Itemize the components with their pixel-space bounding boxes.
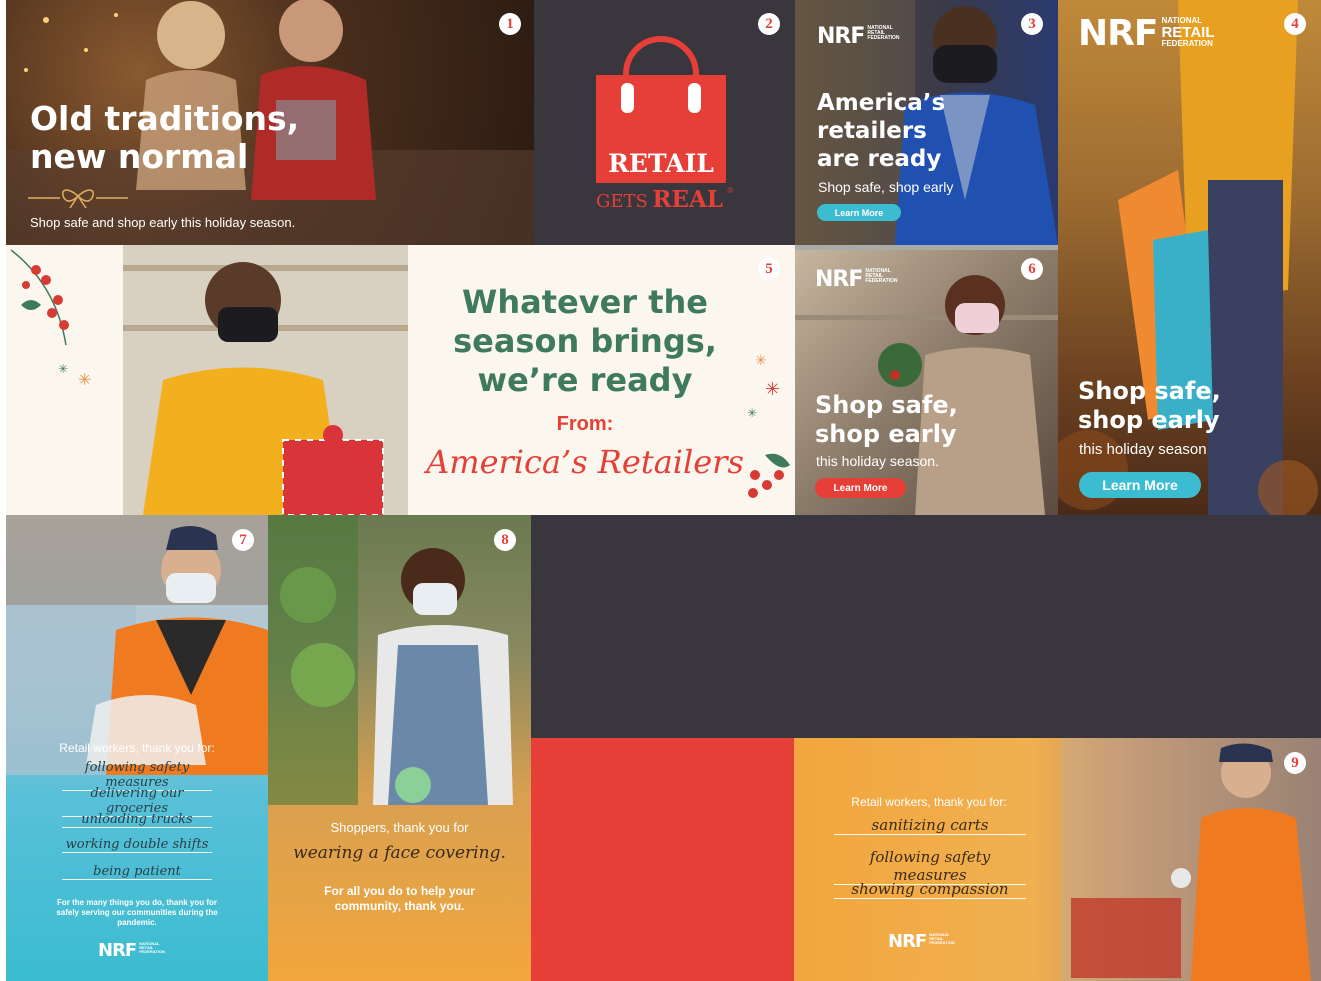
- red-filler-panel: [531, 738, 794, 981]
- tile-5-line-2: season brings,: [453, 322, 717, 360]
- tile-4-learn-more-button[interactable]: Learn More: [1079, 472, 1201, 498]
- tile-5-number: 5: [758, 258, 780, 280]
- tile-5-line-1: Whatever the: [462, 283, 708, 321]
- holly-berries-left-icon: ✳ ✳: [10, 249, 91, 389]
- tile-7-number: 7: [232, 529, 254, 551]
- tile-3-line-3: are ready: [817, 146, 942, 172]
- tile-6-subtext: this holiday season.: [816, 453, 939, 469]
- tile-3-americas-retailers[interactable]: 3 NRF NATIONAL RETAIL FEDERATION America…: [795, 0, 1058, 245]
- tile-3-learn-more-button[interactable]: Learn More: [817, 204, 901, 221]
- tile-7-intro: Retail workers, thank you for:: [59, 741, 215, 755]
- logo-registered-mark: ®: [727, 186, 734, 195]
- tile-1-number: 1: [499, 13, 521, 35]
- tile-7-item: unloading trucks: [62, 812, 212, 828]
- tile-8-handwritten: wearing a face covering.: [293, 843, 506, 863]
- tile-5-line-3: we’re ready: [477, 361, 693, 399]
- tile-9-number: 9: [1284, 752, 1306, 774]
- tile-8-photo: [268, 515, 513, 805]
- tile-3-subtext: Shop safe, shop early: [818, 179, 954, 195]
- tile-6-shop-safe[interactable]: 6 NRF NATIONAL RETAIL FEDERATION Shop sa…: [795, 245, 1058, 515]
- earcup-icons: [621, 83, 701, 113]
- tile-7-retail-workers-thanks[interactable]: 7 Retail workers, thank you for: followi…: [6, 515, 268, 981]
- tile-4-nrf-retail: RETAIL: [1161, 24, 1215, 41]
- tile-4-nrf-federation: FEDERATION: [1161, 39, 1213, 48]
- logo-real-text: REAL: [652, 186, 723, 213]
- tile-9-nrf-logo: NRF NATIONAL RETAIL FEDERATION: [888, 931, 959, 952]
- svg-text:✳: ✳: [58, 362, 68, 376]
- tile-6-nrf-logo: NRF NATIONAL RETAIL FEDERATION: [815, 267, 903, 292]
- tile-9-nrf-small: NATIONAL RETAIL FEDERATION: [929, 932, 955, 945]
- tile-9-nrf-text: NRF: [888, 931, 927, 952]
- logo-gets-text: GETS: [596, 191, 648, 212]
- tile-9-intro: Retail workers, thank you for:: [851, 795, 1007, 809]
- tile-8-shoppers-thanks[interactable]: 8 Shoppers, thank you for wearing a face…: [268, 515, 531, 981]
- tile-4-photo: [1058, 0, 1318, 515]
- tile-4-subtext: this holiday season: [1079, 441, 1207, 458]
- tile-7-footer: For the many things you do, thank you fo…: [56, 898, 218, 927]
- tile-3-nrf-small: NATIONAL RETAIL FEDERATION: [867, 25, 900, 41]
- tile-2-number: 2: [758, 13, 780, 35]
- tile-6-number: 6: [1021, 258, 1043, 280]
- svg-text:✳: ✳: [755, 353, 767, 369]
- tile-8-footer: For all you do to help your community, t…: [324, 884, 475, 913]
- logo-gets-real: GETS REAL ®: [596, 186, 736, 213]
- tile-2-retail-gets-real[interactable]: 2 RETAIL GETS REAL ®: [534, 0, 795, 245]
- svg-text:✳: ✳: [747, 406, 757, 420]
- tile-3-number: 3: [1021, 13, 1043, 35]
- tile-5-from-label: From:: [556, 413, 614, 435]
- tile-9-item: sanitizing carts: [834, 816, 1026, 835]
- tile-7-nrf-text: NRF: [98, 940, 137, 961]
- tile-7-item: being patient: [62, 864, 212, 880]
- tile-6-learn-more-button[interactable]: Learn More: [815, 478, 906, 498]
- tile-4-nrf-small-stack: NATIONAL RETAIL FEDERATION: [1161, 17, 1214, 48]
- tile-7-item: working double shifts: [62, 837, 212, 853]
- tile-6-line-2: shop early: [815, 420, 957, 448]
- ribbon-bow-icon: [28, 189, 128, 208]
- svg-text:✳: ✳: [765, 379, 780, 400]
- tile-5-whatever-the-season[interactable]: ✳ ✳ 5 Whatever the season brings, we’re …: [6, 245, 795, 515]
- tile-9-item: showing compassion: [834, 880, 1026, 899]
- tile-5-signature: America’s Retailers: [426, 443, 744, 481]
- holly-berries-right-icon: ✳ ✳ ✳: [747, 353, 790, 498]
- tile-4-nrf-logo: NRF NATIONAL RETAIL FEDERATION: [1078, 14, 1215, 54]
- tile-6-line-1: Shop safe,: [815, 391, 958, 419]
- tile-3-line-1: America’s: [817, 90, 946, 116]
- logo-retail-text: RETAIL: [608, 149, 714, 178]
- tile-1-subtext: Shop safe and shop early this holiday se…: [30, 215, 296, 230]
- tile-7-photo: [6, 515, 268, 775]
- tile-3-nrf-text: NRF: [817, 24, 865, 49]
- tile-4-number: 4: [1284, 13, 1306, 35]
- tile-4-shop-safe-tall[interactable]: 4 NRF NATIONAL RETAIL FEDERATION Shop sa…: [1058, 0, 1321, 515]
- tile-8-number: 8: [494, 529, 516, 551]
- tile-9-retail-workers-thanks[interactable]: 9 Retail workers, thank you for: sanitiz…: [794, 738, 1321, 981]
- tile-7-nrf-logo: NRF NATIONAL RETAIL FEDERATION: [98, 940, 169, 961]
- tile-4-line-2: shop early: [1078, 406, 1220, 434]
- svg-text:✳: ✳: [78, 370, 91, 389]
- tile-4-nrf-text: NRF: [1078, 13, 1158, 54]
- tile-3-nrf-logo: NRF NATIONAL RETAIL FEDERATION: [817, 24, 905, 49]
- tile-5-photo: [123, 245, 408, 515]
- tile-1-headline-line-2: new normal: [30, 137, 249, 176]
- tile-1-headline-line-1: Old traditions,: [30, 99, 300, 138]
- tile-4-line-1: Shop safe,: [1078, 377, 1221, 405]
- tile-6-nrf-small: NATIONAL RETAIL FEDERATION: [865, 268, 898, 284]
- tile-1-old-traditions[interactable]: 1 Old traditions, new normal Shop safe a…: [6, 0, 534, 245]
- retail-gets-real-logo: RETAIL: [596, 75, 726, 183]
- tile-7-nrf-small: NATIONAL RETAIL FEDERATION: [139, 941, 165, 954]
- tile-9-photo: [1061, 738, 1321, 981]
- tile-6-nrf-text: NRF: [815, 267, 863, 292]
- tile-3-line-2: retailers: [817, 118, 927, 144]
- dark-filler-panel: [531, 515, 1321, 738]
- tile-8-intro: Shoppers, thank you for: [330, 820, 469, 835]
